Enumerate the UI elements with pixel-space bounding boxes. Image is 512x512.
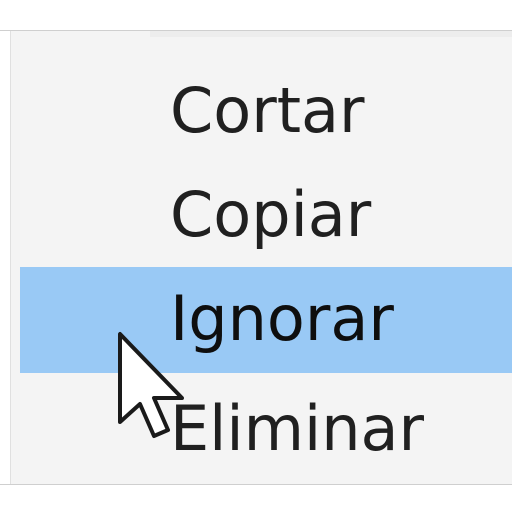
- menu-item-eliminar[interactable]: Eliminar: [20, 377, 512, 481]
- menu-left-strip: [0, 31, 11, 484]
- menu-item-copiar[interactable]: Copiar: [20, 163, 512, 267]
- menu-item-cortar[interactable]: Cortar: [20, 59, 512, 163]
- screen: Cortar Copiar Ignorar Eliminar: [0, 0, 512, 512]
- menu-top-rim: [150, 31, 512, 37]
- menu-item-ignorar[interactable]: Ignorar: [20, 267, 512, 373]
- context-menu: Cortar Copiar Ignorar Eliminar: [0, 30, 512, 485]
